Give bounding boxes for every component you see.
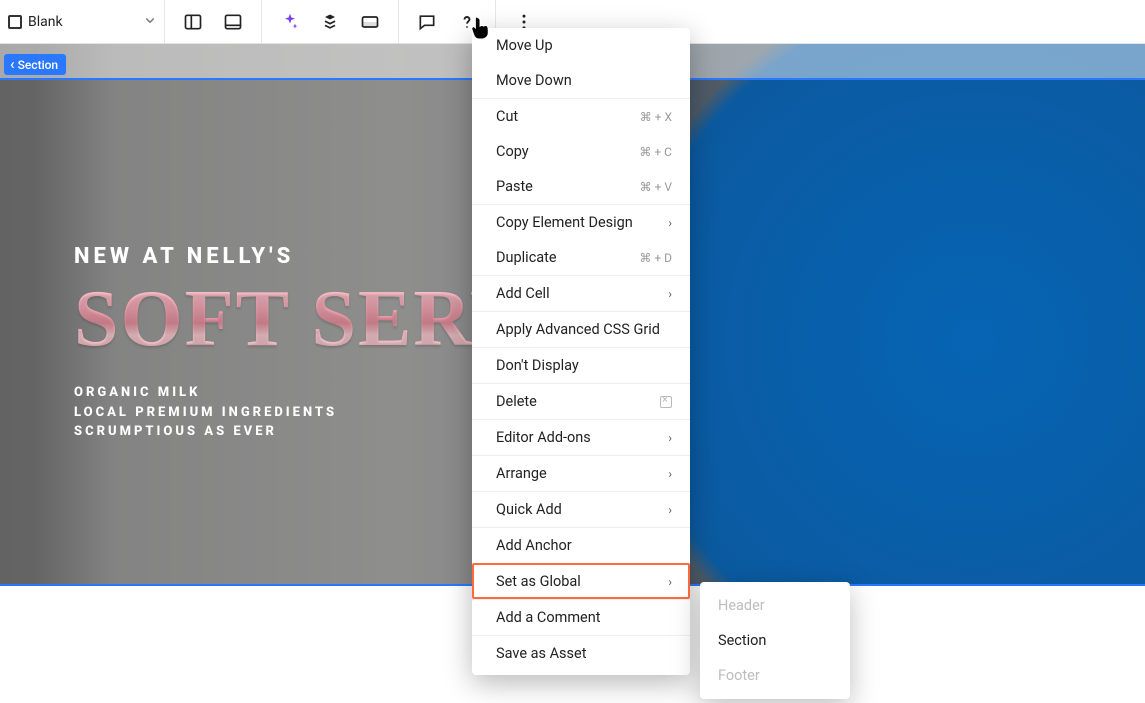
save-layout-button[interactable] — [213, 0, 253, 44]
menu-add-anchor[interactable]: Add Anchor — [472, 527, 690, 563]
chevron-down-icon — [144, 14, 156, 30]
menu-save-as-asset[interactable]: Save as Asset — [472, 635, 690, 671]
submenu-header: Header — [700, 588, 850, 623]
menu-duplicate[interactable]: Duplicate⌘ + D — [472, 240, 690, 275]
menu-apply-css-grid[interactable]: Apply Advanced CSS Grid — [472, 311, 690, 347]
section-select[interactable]: Blank — [0, 0, 165, 43]
menu-dont-display[interactable]: Don't Display — [472, 347, 690, 383]
section-tag-label: Section — [18, 58, 59, 72]
menu-quick-add[interactable]: Quick Add› — [472, 491, 690, 527]
set-as-global-submenu: Header Section Footer — [700, 582, 850, 699]
menu-paste[interactable]: Paste⌘ + V — [472, 169, 690, 204]
menu-move-down[interactable]: Move Down — [472, 63, 690, 98]
chevron-right-icon: › — [668, 575, 672, 589]
chevron-right-icon: › — [668, 431, 672, 445]
section-breadcrumb[interactable]: Section — [4, 54, 66, 75]
context-menu: Move Up Move Down Cut⌘ + X Copy⌘ + C Pas… — [472, 28, 690, 675]
comment-button[interactable] — [407, 0, 447, 44]
layout-button[interactable] — [173, 0, 213, 44]
menu-cut[interactable]: Cut⌘ + X — [472, 98, 690, 134]
ai-sparkle-button[interactable] — [270, 0, 310, 44]
section-icon — [8, 15, 22, 29]
layout-group — [165, 0, 262, 43]
device-button[interactable] — [350, 0, 390, 44]
submenu-footer: Footer — [700, 658, 850, 693]
delete-icon — [660, 396, 672, 408]
menu-add-cell[interactable]: Add Cell› — [472, 275, 690, 311]
menu-editor-addons[interactable]: Editor Add-ons› — [472, 419, 690, 455]
chevron-right-icon: › — [668, 216, 672, 230]
stack-button[interactable] — [310, 0, 350, 44]
chevron-right-icon: › — [668, 467, 672, 481]
menu-copy[interactable]: Copy⌘ + C — [472, 134, 690, 169]
submenu-section[interactable]: Section — [700, 623, 850, 658]
chevron-right-icon: › — [668, 503, 672, 517]
chevron-right-icon: › — [668, 287, 672, 301]
section-select-label: Blank — [28, 14, 63, 30]
ai-group — [262, 0, 399, 43]
menu-copy-element-design[interactable]: Copy Element Design› — [472, 204, 690, 240]
menu-set-as-global[interactable]: Set as Global› — [472, 563, 690, 599]
menu-add-comment[interactable]: Add a Comment — [472, 599, 690, 635]
menu-delete[interactable]: Delete — [472, 383, 690, 419]
menu-arrange[interactable]: Arrange› — [472, 455, 690, 491]
menu-move-up[interactable]: Move Up — [472, 28, 690, 63]
